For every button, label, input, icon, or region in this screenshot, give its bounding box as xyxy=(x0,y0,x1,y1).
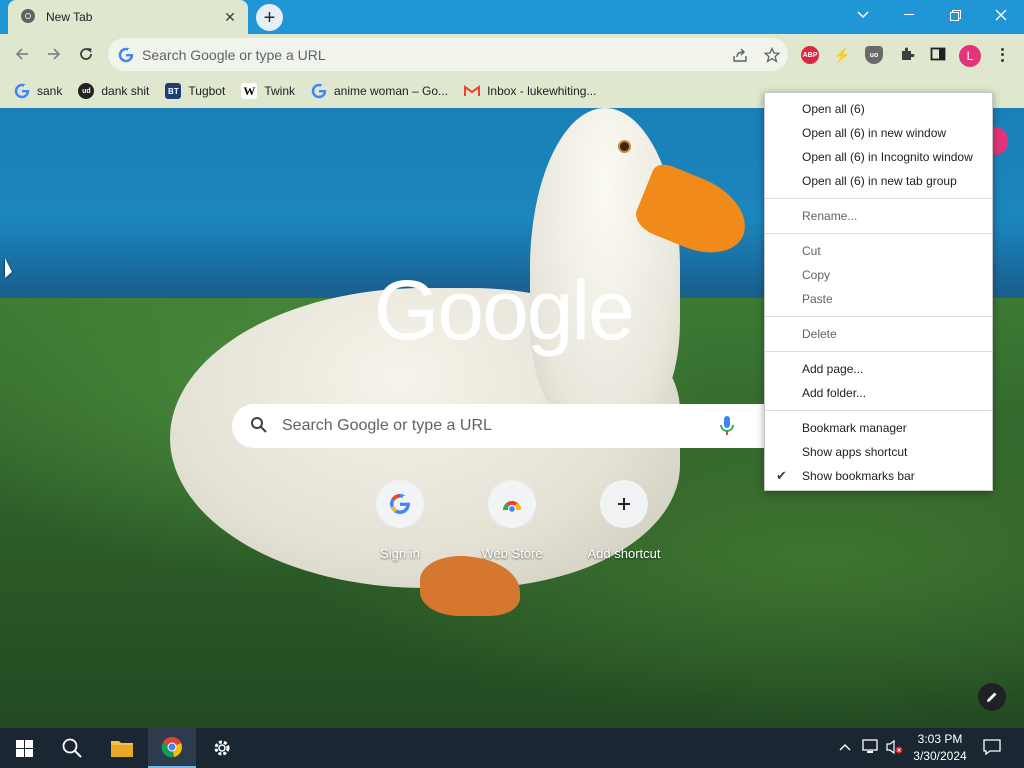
tab-search-chevron-icon[interactable] xyxy=(840,0,886,30)
tab-new-tab[interactable]: New Tab ✕ xyxy=(8,0,248,34)
adblock-plus-icon[interactable]: ABP xyxy=(801,46,819,64)
menu-add-folder[interactable]: Add folder... xyxy=(765,381,992,405)
bookmark-anime-woman[interactable]: anime woman – Go... xyxy=(311,83,448,99)
shortcut-label: Web Store xyxy=(481,546,543,561)
bookmark-tugbot[interactable]: BT Tugbot xyxy=(165,83,225,99)
menu-open-all-tab-group[interactable]: Open all (6) in new tab group xyxy=(765,169,992,193)
gmail-icon xyxy=(464,83,481,99)
minimize-button[interactable] xyxy=(886,0,932,30)
forward-arrow-icon[interactable] xyxy=(42,42,66,66)
omnibox-placeholder: Search Google or type a URL xyxy=(142,46,326,63)
menu-separator xyxy=(765,233,992,234)
ntp-search-box[interactable]: Search Google or type a URL xyxy=(232,404,792,448)
bookmark-dank-shit[interactable]: ud dank shit xyxy=(78,83,149,99)
menu-separator xyxy=(765,351,992,352)
share-icon[interactable] xyxy=(724,39,756,71)
tab-close-icon[interactable]: ✕ xyxy=(222,9,238,25)
mouse-cursor-icon xyxy=(5,257,12,283)
checkmark-icon: ✔ xyxy=(776,468,787,483)
ud-icon: ud xyxy=(78,83,95,99)
chrome-taskbar-icon[interactable] xyxy=(148,728,196,768)
tab-title: New Tab xyxy=(46,10,93,24)
google-icon xyxy=(118,47,134,63)
google-logo: Google xyxy=(374,263,635,357)
windows-start-icon[interactable] xyxy=(0,728,48,768)
extension-lightning-icon[interactable]: ⚡ xyxy=(833,46,851,64)
menu-rename: Rename... xyxy=(802,209,858,223)
bookmark-label: Tugbot xyxy=(188,84,226,98)
menu-copy: Copy xyxy=(802,268,831,282)
toolbar: Search Google or type a URL ABP ⚡ uo L xyxy=(0,34,1024,74)
bookmark-inbox[interactable]: Inbox - lukewhiting... xyxy=(464,83,596,99)
title-bar: New Tab ✕ + xyxy=(0,0,1024,34)
star-bookmark-icon[interactable] xyxy=(756,39,788,71)
search-icon xyxy=(250,416,268,437)
menu-separator xyxy=(765,410,992,411)
shortcut-sign-in[interactable]: Sign in xyxy=(350,480,450,561)
microphone-icon[interactable] xyxy=(720,416,734,439)
bookmarks-bar-context-menu: Open all (6) Open all (6) in new window … xyxy=(764,92,993,491)
new-tab-button[interactable]: + xyxy=(256,4,283,31)
taskbar-clock[interactable]: 3:03 PM 3/30/2024 xyxy=(908,731,972,765)
profile-avatar[interactable]: L xyxy=(959,45,981,67)
google-icon xyxy=(14,83,30,99)
customize-pencil-icon[interactable] xyxy=(978,683,1006,711)
bookmark-label: Twink xyxy=(264,84,295,98)
menu-show-apps-shortcut[interactable]: Show apps shortcut xyxy=(765,440,992,464)
background-duck-eye xyxy=(618,140,631,153)
google-icon xyxy=(311,83,327,99)
omnibox[interactable]: Search Google or type a URL xyxy=(108,38,788,71)
back-arrow-icon[interactable] xyxy=(10,42,34,66)
menu-cut: Cut xyxy=(802,244,821,258)
shortcut-label: Sign in xyxy=(380,546,420,561)
menu-separator xyxy=(765,316,992,317)
file-explorer-icon[interactable] xyxy=(98,728,146,768)
clock-time: 3:03 PM xyxy=(917,732,963,746)
google-icon xyxy=(376,480,424,528)
chrome-menu-icon[interactable] xyxy=(994,44,1010,66)
volume-muted-icon[interactable] xyxy=(886,739,904,758)
menu-delete: Delete xyxy=(802,327,837,341)
windows-taskbar: 3:03 PM 3/30/2024 xyxy=(0,728,1024,768)
menu-paste: Paste xyxy=(802,292,833,306)
shortcut-label: Add shortcut xyxy=(587,546,661,561)
show-hidden-icons-chevron-icon[interactable] xyxy=(839,739,851,754)
menu-open-all[interactable]: Open all (6) xyxy=(765,97,992,121)
bookmark-label: dank shit xyxy=(101,84,150,98)
settings-gear-icon[interactable] xyxy=(198,728,246,768)
network-icon[interactable] xyxy=(862,739,880,758)
reload-icon[interactable] xyxy=(74,42,98,66)
menu-add-page[interactable]: Add page... xyxy=(765,357,992,381)
menu-show-bookmarks-bar-row[interactable]: ✔ Show bookmarks bar xyxy=(765,464,992,488)
plus-icon xyxy=(600,480,648,528)
notifications-icon[interactable] xyxy=(983,738,1001,759)
restore-button[interactable] xyxy=(932,0,978,30)
menu-show-bookmarks-bar: Show bookmarks bar xyxy=(802,469,915,483)
bt-icon: BT xyxy=(165,83,182,99)
menu-separator xyxy=(765,198,992,199)
shortcut-web-store[interactable]: Web Store xyxy=(462,480,562,561)
ublock-origin-icon[interactable]: uo xyxy=(865,46,883,64)
menu-open-all-new-window[interactable]: Open all (6) in new window xyxy=(765,121,992,145)
clock-date: 3/30/2024 xyxy=(913,749,967,763)
bookmark-sank[interactable]: sank xyxy=(14,83,62,99)
search-icon[interactable] xyxy=(48,728,96,768)
ntp-search-placeholder: Search Google or type a URL xyxy=(282,417,492,434)
close-window-button[interactable] xyxy=(978,0,1024,30)
bookmark-label: anime woman – Go... xyxy=(334,84,449,98)
chrome-favicon-icon xyxy=(20,8,36,27)
side-panel-icon[interactable] xyxy=(926,42,950,66)
menu-open-all-incognito[interactable]: Open all (6) in Incognito window xyxy=(765,145,992,169)
bookmark-label: sank xyxy=(37,84,63,98)
shortcut-add[interactable]: Add shortcut xyxy=(574,480,674,561)
menu-bookmark-manager[interactable]: Bookmark manager xyxy=(765,416,992,440)
wikipedia-icon: W xyxy=(241,83,258,99)
extensions-puzzle-icon[interactable] xyxy=(895,42,919,66)
chrome-web-store-icon xyxy=(488,480,536,528)
bookmark-twink[interactable]: W Twink xyxy=(241,83,295,99)
bookmark-label: Inbox - lukewhiting... xyxy=(487,84,597,98)
